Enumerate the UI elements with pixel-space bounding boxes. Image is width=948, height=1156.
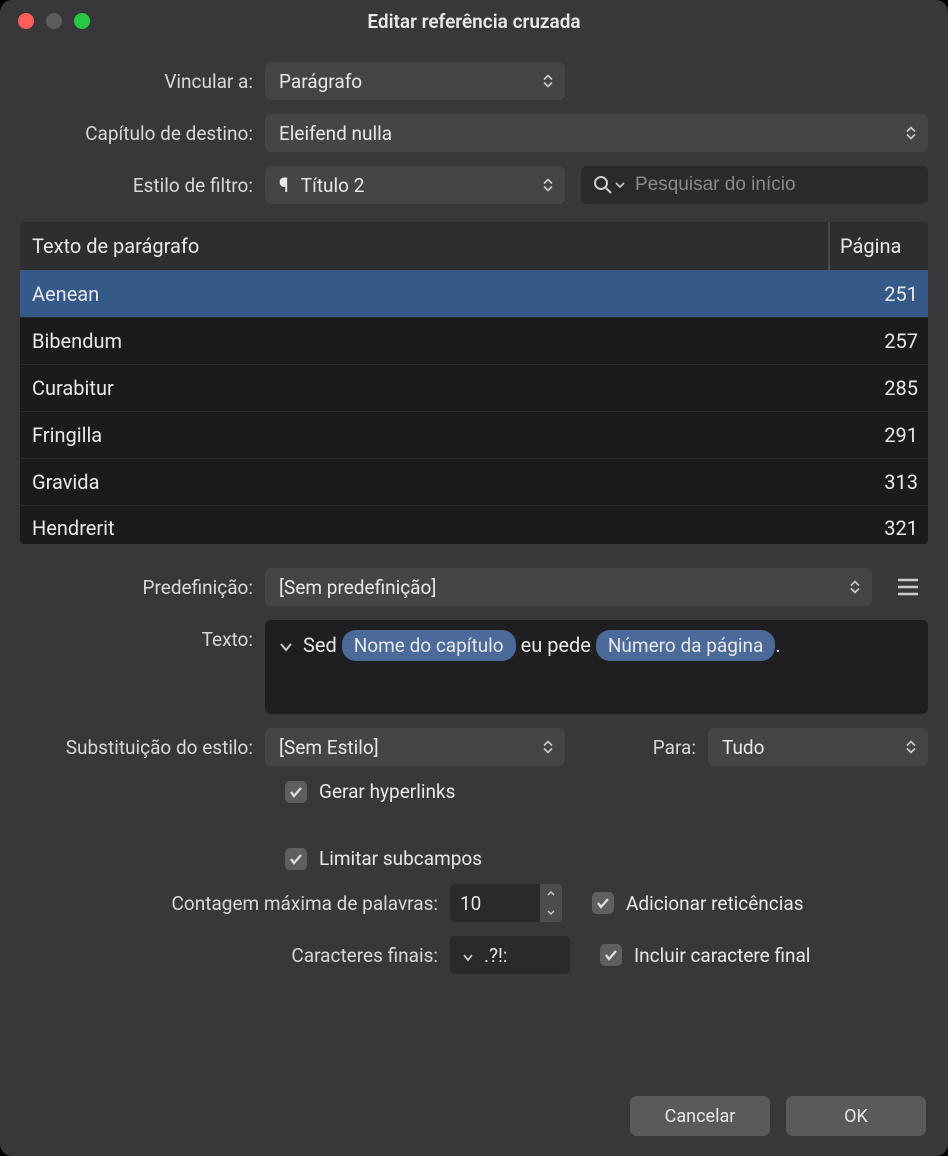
text-seg: Sed: [303, 633, 342, 657]
step-up[interactable]: [540, 884, 562, 903]
add-ellipsis-label: Adicionar reticências: [626, 892, 804, 915]
dest-chapter-select[interactable]: Eleifend nulla: [265, 114, 928, 152]
table-row[interactable]: Curabitur285: [20, 364, 928, 411]
titlebar: Editar referência cruzada: [0, 0, 948, 42]
minimize-window-button[interactable]: [46, 13, 62, 29]
para-label: Para:: [565, 736, 708, 759]
table-row[interactable]: Bibendum257: [20, 317, 928, 364]
add-ellipsis-checkbox[interactable]: [592, 892, 614, 914]
search-icon: [593, 175, 613, 195]
col-header-text[interactable]: Texto de parágrafo: [20, 234, 828, 258]
limit-subfields-label: Limitar subcampos: [319, 847, 482, 870]
style-override-label: Substituição do estilo:: [20, 736, 265, 759]
stepper-icon: [543, 75, 557, 88]
preset-select[interactable]: [Sem predefinição]: [265, 568, 872, 606]
max-words-value[interactable]: 10: [450, 884, 540, 922]
table-body: Aenean251Bibendum257Curabitur285Fringill…: [20, 270, 928, 541]
row-page: 257: [828, 329, 928, 353]
table-row[interactable]: Aenean251: [20, 270, 928, 317]
dest-chapter-label: Capítulo de destino:: [20, 122, 265, 145]
gen-hyperlinks-checkbox[interactable]: [285, 781, 307, 803]
stepper-buttons[interactable]: [540, 884, 562, 922]
row-page: 251: [828, 282, 928, 306]
link-to-label: Vincular a:: [20, 70, 265, 93]
preset-value: [Sem predefinição]: [279, 576, 436, 599]
row-page: 321: [828, 516, 928, 540]
para-select[interactable]: Tudo: [708, 728, 928, 766]
gen-hyperlinks-label: Gerar hyperlinks: [319, 780, 455, 803]
check-icon: [289, 786, 303, 798]
paragraph-table: Texto de parágrafo Página Aenean251Biben…: [20, 222, 928, 544]
max-words-label: Contagem máxima de palavras:: [20, 892, 450, 915]
final-chars-input[interactable]: .?!:: [450, 936, 570, 974]
stepper-icon: [906, 127, 920, 140]
final-chars-label: Caracteres finais:: [20, 944, 450, 967]
menu-icon: [896, 577, 920, 597]
filter-style-value: Título 2: [301, 174, 365, 197]
check-icon: [596, 897, 610, 909]
include-final-checkbox[interactable]: [600, 944, 622, 966]
filter-style-label: Estilo de filtro:: [20, 174, 265, 197]
pilcrow-icon: ¶: [279, 173, 289, 197]
step-down[interactable]: [540, 903, 562, 922]
window-controls: [0, 13, 90, 29]
dest-chapter-value: Eleifend nulla: [279, 122, 392, 145]
link-to-value: Parágrafo: [279, 70, 362, 93]
table-header: Texto de parágrafo Página: [20, 222, 928, 270]
row-page: 313: [828, 470, 928, 494]
max-words-input[interactable]: 10: [450, 884, 562, 922]
para-value: Tudo: [722, 736, 764, 759]
chevron-down-icon[interactable]: [279, 634, 293, 657]
stepper-icon: [543, 741, 557, 754]
text-content: Sed Nome do capítulo eu pede Número da p…: [303, 630, 914, 661]
row-text: Curabitur: [20, 376, 828, 400]
stepper-icon: [543, 179, 557, 192]
close-window-button[interactable]: [18, 13, 34, 29]
final-chars-value: .?!:: [484, 944, 508, 967]
dialog-footer: Cancelar OK: [630, 1096, 926, 1136]
text-seg: .: [775, 633, 780, 657]
filter-style-select[interactable]: ¶ Título 2: [265, 166, 565, 204]
table-row[interactable]: Fringilla291: [20, 411, 928, 458]
chevron-down-icon: [615, 182, 625, 188]
row-page: 291: [828, 423, 928, 447]
chevron-down-icon[interactable]: [462, 944, 474, 967]
zoom-window-button[interactable]: [74, 13, 90, 29]
preset-menu-button[interactable]: [888, 568, 928, 606]
link-to-select[interactable]: Parágrafo: [265, 62, 565, 100]
col-header-page[interactable]: Página: [828, 222, 928, 270]
row-text: Aenean: [20, 282, 828, 306]
limit-subfields-checkbox[interactable]: [285, 848, 307, 870]
table-row[interactable]: Gravida313: [20, 458, 928, 505]
window-title: Editar referência cruzada: [0, 10, 948, 33]
row-text: Gravida: [20, 470, 828, 494]
text-seg: eu pede: [516, 633, 596, 657]
check-icon: [289, 853, 303, 865]
row-text: Hendrerit: [20, 516, 828, 540]
style-override-select[interactable]: [Sem Estilo]: [265, 728, 565, 766]
dialog-window: Editar referência cruzada Vincular a: Pa…: [0, 0, 948, 1156]
stepper-icon: [850, 581, 864, 594]
search-field[interactable]: [581, 166, 928, 204]
main-content: Vincular a: Parágrafo Capítulo de destin…: [0, 42, 948, 544]
stepper-icon: [906, 741, 920, 754]
include-final-label: Incluir caractere final: [634, 944, 810, 967]
style-override-value: [Sem Estilo]: [279, 736, 379, 759]
row-text: Fringilla: [20, 423, 828, 447]
search-input[interactable]: [635, 174, 916, 196]
chapter-name-token[interactable]: Nome do capítulo: [342, 630, 516, 661]
preset-label: Predefinição:: [20, 576, 265, 599]
text-label: Texto:: [20, 620, 265, 651]
cancel-button[interactable]: Cancelar: [630, 1096, 770, 1136]
text-field[interactable]: Sed Nome do capítulo eu pede Número da p…: [265, 620, 928, 714]
row-text: Bibendum: [20, 329, 828, 353]
table-row[interactable]: Hendrerit321: [20, 505, 928, 541]
lower-section: Predefinição: [Sem predefinição] Texto:: [0, 548, 948, 974]
row-page: 285: [828, 376, 928, 400]
page-number-token[interactable]: Número da página: [596, 630, 775, 661]
check-icon: [604, 949, 618, 961]
ok-button[interactable]: OK: [786, 1096, 926, 1136]
